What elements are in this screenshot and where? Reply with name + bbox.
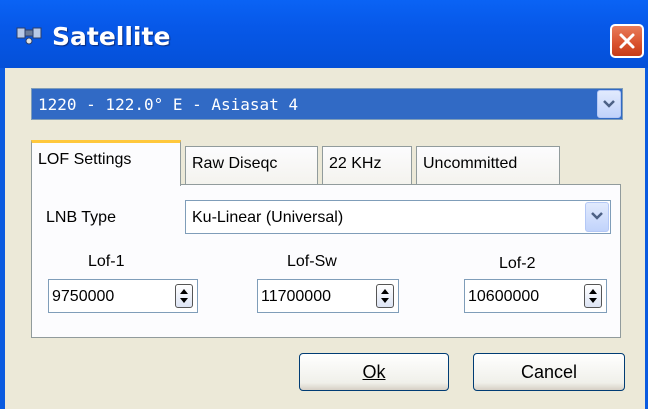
lnb-type-select[interactable]: Ku-Linear (Universal) — [185, 200, 611, 234]
tab-label: 22 KHz — [329, 155, 382, 172]
lof2-input[interactable]: 10600000 — [464, 279, 607, 313]
cancel-label: Cancel — [520, 362, 578, 382]
dialog-body: 1220 - 122.0° E - Asiasat 4 LOF Settings… — [5, 68, 645, 409]
lof1-value: 9750000 — [52, 288, 115, 305]
satellite-dropdown-button[interactable] — [597, 90, 621, 118]
tab-label: Uncommitted — [423, 155, 518, 172]
tab-raw-diseqc[interactable]: Raw Diseqc — [185, 146, 318, 184]
chevron-down-icon — [603, 100, 615, 108]
lofsw-spinner[interactable] — [376, 284, 394, 308]
lof2-value: 10600000 — [468, 288, 540, 305]
title-bar[interactable]: Satellite — [0, 0, 648, 68]
lof-settings-panel: LNB Type Ku-Linear (Universal) Lof-1 975… — [31, 184, 621, 338]
lnb-type-value: Ku-Linear (Universal) — [192, 209, 344, 226]
lnb-type-dropdown-button[interactable] — [585, 202, 609, 232]
lofsw-value: 11700000 — [261, 288, 331, 305]
lof1-label: Lof-1 — [88, 253, 125, 270]
close-icon — [619, 33, 635, 49]
updown-icon — [180, 289, 188, 303]
lnb-type-label: LNB Type — [46, 209, 116, 226]
updown-icon — [589, 289, 597, 303]
window-title: Satellite — [52, 22, 171, 51]
tab-uncommitted[interactable]: Uncommitted — [416, 146, 560, 184]
tab-22khz[interactable]: 22 KHz — [322, 146, 412, 184]
close-button[interactable] — [610, 24, 644, 58]
ok-label: Ok — [362, 362, 386, 382]
lofsw-input[interactable]: 11700000 — [257, 279, 399, 313]
satellite-icon — [15, 22, 43, 46]
lof2-spinner[interactable] — [584, 284, 602, 308]
chevron-down-icon — [591, 212, 603, 220]
tab-label: LOF Settings — [38, 151, 132, 168]
ok-button[interactable]: Ok — [299, 353, 449, 391]
satellite-dialog: Satellite 1220 - 122.0° E - Asiasat 4 LO… — [0, 0, 648, 409]
cancel-button[interactable]: Cancel — [473, 353, 625, 391]
lofsw-label: Lof-Sw — [287, 253, 337, 270]
tab-label: Raw Diseqc — [192, 155, 278, 172]
lof1-input[interactable]: 9750000 — [48, 279, 198, 313]
updown-icon — [381, 289, 389, 303]
tab-lof-settings[interactable]: LOF Settings — [31, 140, 181, 186]
satellite-select-value: 1220 - 122.0° E - Asiasat 4 — [38, 95, 299, 114]
lof2-label: Lof-2 — [499, 255, 536, 272]
satellite-select[interactable]: 1220 - 122.0° E - Asiasat 4 — [31, 88, 623, 120]
lof1-spinner[interactable] — [175, 284, 193, 308]
